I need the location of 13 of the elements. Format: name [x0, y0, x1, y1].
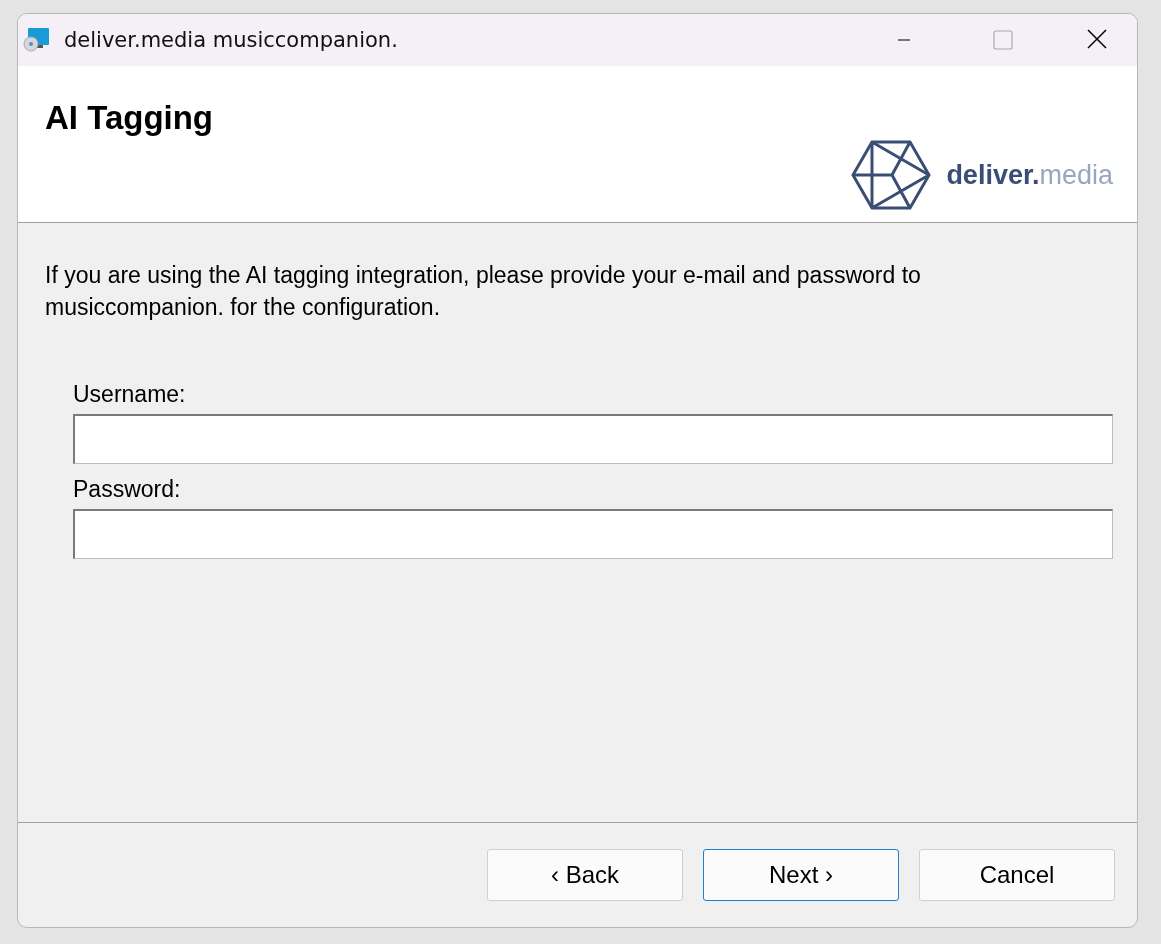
logo-text: deliver.media [946, 159, 1113, 191]
field-label: Username: [73, 381, 187, 408]
wizard-button[interactable]: Next › [703, 849, 899, 901]
text-input-field[interactable] [73, 509, 1113, 559]
wizard-button[interactable]: ‹ Back [487, 849, 683, 901]
monitor-disc-icon [22, 26, 50, 54]
page-heading: AI Tagging [45, 99, 214, 137]
description-text: If you are using the AI tagging integration, please provide your e-mail and password to musiccompanion. for the configuration. [45, 261, 922, 322]
window-title: deliver.media musiccompanion. [64, 28, 398, 52]
hexagon-cube-logo-icon [850, 139, 933, 211]
wizard-button[interactable]: Cancel [919, 849, 1115, 901]
text-input-field[interactable] [73, 414, 1113, 464]
field-label: Password: [73, 476, 182, 503]
